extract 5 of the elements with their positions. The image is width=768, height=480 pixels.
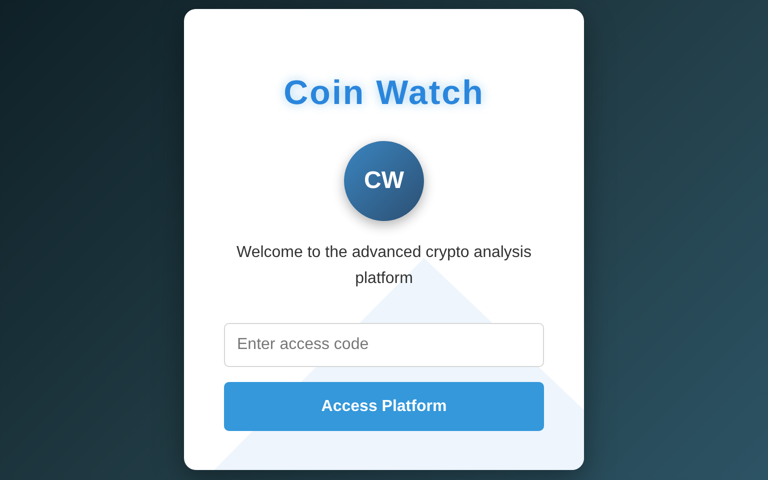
app-title: Coin Watch	[284, 73, 484, 113]
access-code-field[interactable]: Enter access code	[224, 323, 544, 367]
welcome-text: Welcome to the advanced crypto analysis platform	[236, 243, 532, 289]
logo-circle: CW	[344, 141, 424, 221]
access-button[interactable]: Access Platform	[224, 382, 544, 431]
